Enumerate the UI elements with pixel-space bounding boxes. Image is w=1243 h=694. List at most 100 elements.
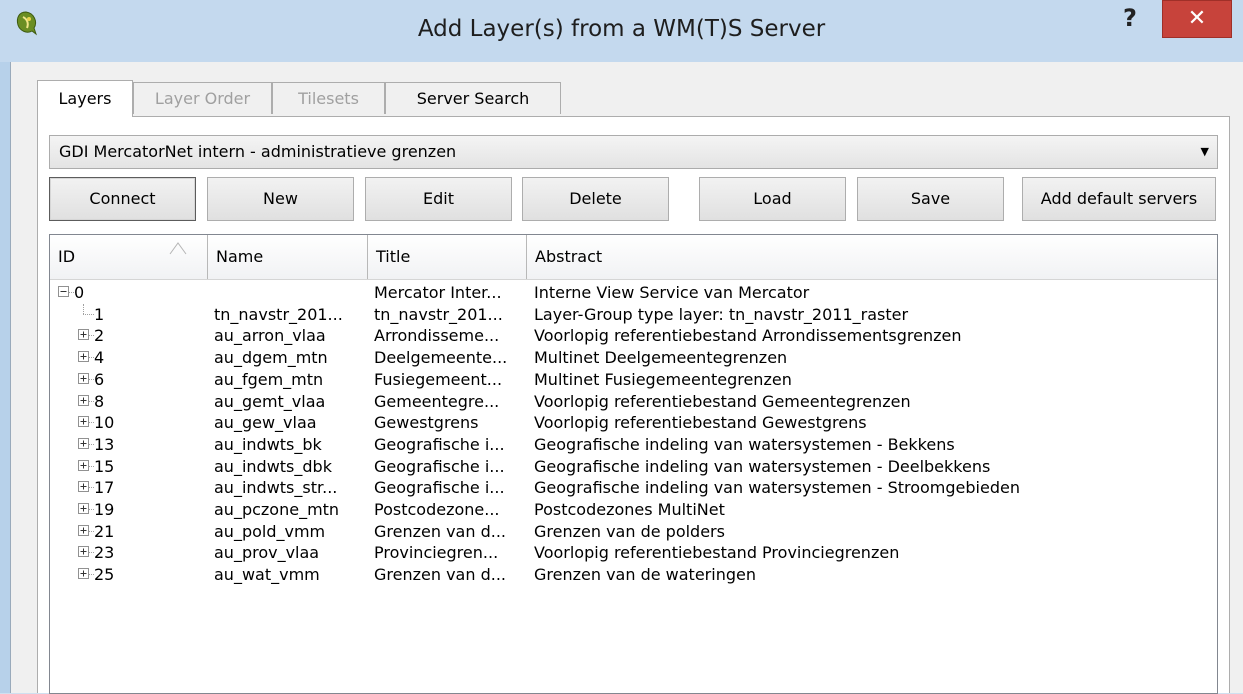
tab-server-search[interactable]: Server Search [385, 82, 561, 114]
table-row[interactable]: 15 au_indwts_dbk Geografische i... Geografi… [50, 456, 1217, 478]
help-button[interactable]: ? [1110, 2, 1150, 34]
dialog-window: Add Layer(s) from a WM(T)S Server ? ✕ La… [0, 0, 1243, 694]
cell-abstract: Voorlopig referentiebestand Arrondisseme… [534, 326, 962, 346]
table-header: ID Name Title Abstract [50, 235, 1217, 280]
cell-title: Arrondisseme... [374, 326, 500, 346]
table-row[interactable]: 1 tn_navstr_201... tn_navstr_201... Layer-G… [50, 303, 1217, 326]
tree-expand-icon[interactable] [78, 329, 89, 341]
table-row[interactable]: 19 au_pczone_mtn Postcodezone... Postcodezo… [50, 499, 1217, 521]
cell-id: 1 [94, 304, 105, 324]
table-row[interactable]: 0 Mercator Inter... Interne View Service v… [50, 282, 1217, 304]
cell-title: Mercator Inter... [374, 283, 502, 302]
cell-title: Grenzen van d... [374, 565, 506, 585]
delete-button[interactable]: Delete [522, 177, 669, 221]
tab-tilesets[interactable]: Tilesets [272, 82, 385, 114]
cell-id: 17 [94, 478, 115, 498]
new-button[interactable]: New [207, 177, 354, 221]
cell-name: au_dgem_mtn [214, 348, 328, 368]
tree-expand-icon[interactable] [78, 372, 89, 384]
cell-name: au_gemt_vlaa [214, 391, 326, 411]
edit-button[interactable]: Edit [365, 177, 512, 221]
table-row[interactable]: 2 au_arron_vlaa Arrondisseme... Voorlopig r… [50, 325, 1217, 347]
sort-ascending-icon [169, 242, 187, 255]
server-select[interactable]: GDI MercatorNet intern - administratieve… [49, 135, 1218, 169]
cell-id: 4 [94, 348, 105, 368]
layers-tab-panel: GDI MercatorNet intern - administratieve… [37, 116, 1230, 694]
table-row[interactable]: 10 au_gew_vlaa Gewestgrens Voorlopig refere… [50, 412, 1217, 434]
cell-abstract: Voorlopig referentiebestand Provinciegre… [534, 543, 900, 563]
cell-abstract: Geografische indeling van watersystemen … [534, 434, 955, 454]
title-bar: Add Layer(s) from a WM(T)S Server ? ✕ [0, 0, 1243, 62]
cell-title: Postcodezone... [374, 500, 500, 519]
tree-expand-icon[interactable] [78, 394, 89, 406]
cell-id: 25 [94, 565, 115, 585]
cell-name: au_pold_vmm [214, 521, 326, 541]
table-row[interactable]: 21 au_pold_vmm Grenzen van d... Grenzen van… [50, 521, 1217, 543]
cell-abstract: Voorlopig referentiebestand Gewestgrens [534, 413, 867, 433]
server-select-value: GDI MercatorNet intern - administratieve… [59, 142, 457, 161]
cell-title: tn_navstr_201... [374, 304, 503, 324]
table-row[interactable]: 8 au_gemt_vlaa Gemeentegre... Voorlopig ref… [50, 391, 1217, 413]
cell-title: Geografische i... [374, 478, 505, 498]
cell-id: 6 [94, 369, 105, 389]
cell-name: au_arron_vlaa [214, 326, 326, 346]
tree-expand-icon[interactable] [78, 546, 89, 558]
tab-layer-order[interactable]: Layer Order [133, 82, 272, 114]
window-title: Add Layer(s) from a WM(T)S Server [417, 16, 826, 42]
cell-title: Provinciegren... [374, 543, 499, 563]
tree-expand-icon[interactable] [78, 568, 89, 580]
cell-id: 0 [74, 283, 85, 302]
cell-title: Geografische i... [374, 456, 505, 476]
cell-abstract: Interne View Service van Mercator [534, 283, 810, 302]
table-row[interactable]: 17 au_indwts_str... Geografische i... Geogr… [50, 477, 1217, 499]
cell-name: au_pczone_mtn [214, 500, 340, 519]
cell-abstract: Grenzen van de wateringen [534, 565, 756, 585]
cell-id: 23 [94, 543, 115, 563]
layers-table: ID Name Title Abstract 0 Mercator Inter..… [49, 234, 1218, 694]
add-default-servers-button[interactable]: Add default servers [1022, 177, 1216, 221]
tab-layers[interactable]: Layers [37, 80, 133, 117]
cell-id: 2 [94, 326, 105, 346]
cell-id: 15 [94, 456, 115, 476]
cell-abstract: Geografische indeling van watersystemen … [534, 478, 1020, 498]
cell-abstract: Voorlopig referentiebestand Gemeentegren… [534, 391, 911, 411]
load-button[interactable]: Load [699, 177, 846, 221]
column-header-title[interactable]: Title [368, 235, 527, 279]
column-header-id[interactable]: ID [50, 235, 208, 279]
tree-expand-icon[interactable] [78, 503, 89, 514]
cell-name: au_prov_vlaa [214, 543, 320, 563]
cell-abstract: Layer-Group type layer: tn_navstr_2011_r… [534, 304, 909, 324]
table-row[interactable]: 23 au_prov_vlaa Provinciegren... Voorlopig … [50, 542, 1217, 564]
tree-expand-icon[interactable] [78, 524, 89, 536]
tree-expand-icon[interactable] [78, 459, 89, 471]
cell-title: Grenzen van d... [374, 521, 506, 541]
cell-name: au_indwts_dbk [214, 456, 332, 476]
cell-title: Gewestgrens [374, 413, 479, 433]
cell-name: au_indwts_bk [214, 434, 322, 454]
cell-title: Geografische i... [374, 434, 505, 454]
cell-name: tn_navstr_201... [214, 304, 343, 324]
cell-title: Gemeentegre... [374, 391, 500, 411]
tree-expand-icon[interactable] [78, 481, 89, 493]
connect-button[interactable]: Connect [49, 177, 196, 221]
cell-name: au_gew_vlaa [214, 413, 317, 433]
table-row[interactable]: 13 au_indwts_bk Geografische i... Geografis… [50, 434, 1217, 456]
table-row[interactable]: 4 au_dgem_mtn Deelgemeente... Multinet Deel… [50, 347, 1217, 369]
cell-id: 13 [94, 434, 115, 454]
cell-abstract: Postcodezones MultiNet [534, 500, 725, 519]
table-row[interactable]: 6 au_fgem_mtn Fusiegemeent... Multinet Fusi… [50, 369, 1217, 391]
tree-expand-icon[interactable] [78, 416, 89, 428]
column-header-label: ID [58, 247, 76, 266]
table-row[interactable]: 25 au_wat_vmm Grenzen van d... Grenzen van … [50, 564, 1217, 586]
save-button[interactable]: Save [857, 177, 1004, 221]
cell-abstract: Multinet Fusiegemeentegrenzen [534, 369, 792, 389]
tree-connector [83, 303, 84, 314]
column-header-abstract[interactable]: Abstract [527, 235, 1217, 279]
close-button[interactable]: ✕ [1162, 0, 1232, 38]
column-header-name[interactable]: Name [208, 235, 368, 279]
tree-expand-icon[interactable] [78, 351, 89, 363]
tree-collapse-icon[interactable] [58, 286, 69, 297]
chevron-down-icon: ▼ [1200, 145, 1209, 158]
tree-connector [83, 313, 94, 315]
tree-expand-icon[interactable] [78, 437, 89, 449]
